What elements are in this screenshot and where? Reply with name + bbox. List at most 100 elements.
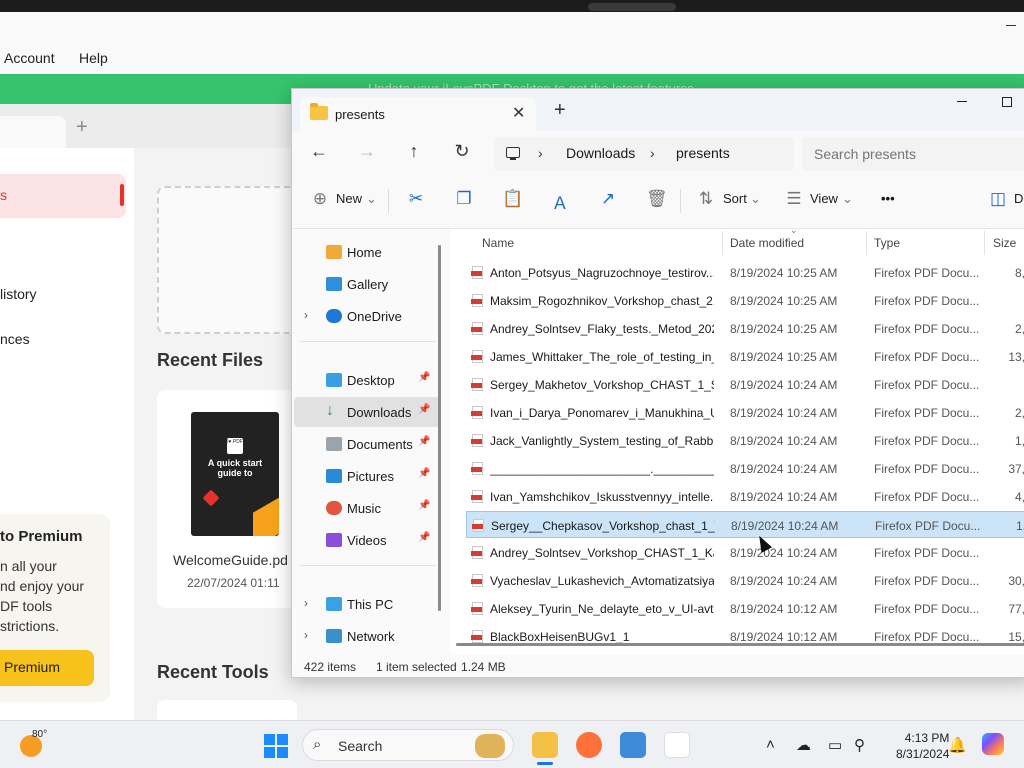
app-add-tab-button[interactable]: + [76,116,88,139]
rename-icon[interactable]: Ａ [550,189,570,214]
view-button[interactable]: View [810,191,838,206]
show-hidden-icons-chevron-icon[interactable]: ˄ [766,736,775,753]
explorer-tab-presents[interactable]: presents ✕ [300,97,536,131]
pin-icon[interactable]: 📌 [418,468,430,479]
pin-icon[interactable]: 📌 [418,436,430,447]
windows-start-icon[interactable] [264,734,288,758]
column-divider[interactable] [984,231,985,255]
file-explorer-taskbar-icon[interactable] [532,732,558,765]
scrollbar-thumb[interactable] [456,643,1024,646]
refresh-icon[interactable]: ↻ [451,141,473,162]
expand-chevron-icon[interactable]: › [304,628,308,642]
top-handle [588,3,676,11]
nav-item-home[interactable]: Home [294,237,440,267]
recent-tool-card[interactable] [157,700,297,720]
nav-item-videos[interactable]: Videos 📌 [294,525,440,555]
menu-help[interactable]: Help [79,50,108,66]
file-row[interactable]: ________________________.___________... 8… [466,455,1024,482]
cut-icon[interactable]: ✂ [406,189,426,209]
file-row[interactable]: Sergey_Makhetov_Vorkshop_CHAST_1_St... 8/… [466,371,1024,398]
nav-item-desktop[interactable]: Desktop 📌 [294,365,440,395]
nav-item-pictures[interactable]: Pictures 📌 [294,461,440,491]
close-tab-icon[interactable]: ✕ [512,103,525,123]
file-row[interactable]: Vyacheslav_Lukashevich_Avtomatizatsiya..… [466,567,1024,594]
network-status-icon[interactable]: ⚲ [854,736,865,754]
file-row[interactable]: Jack_Vanlightly_System_testing_of_Rabbi.… [466,427,1024,454]
breadcrumb-presents[interactable]: presents [676,145,730,161]
nav-item-music[interactable]: Music 📌 [294,493,440,523]
sort-chevron-icon[interactable]: ⌄ [750,191,761,207]
new-button[interactable]: New [336,191,362,206]
up-arrow-icon[interactable]: ↑ [403,141,425,162]
column-header-type[interactable]: Type [874,236,900,250]
copilot-icon[interactable] [982,733,1004,755]
column-header-name[interactable]: Name [482,236,514,250]
copy-icon[interactable]: ❐ [454,189,474,209]
file-row[interactable]: Anton_Potsyus_Nagruzochnoye_testirov... 8… [466,259,1024,286]
file-row[interactable]: Maksim_Rogozhnikov_Vorkshop_chast_2... 8/… [466,287,1024,314]
share-icon[interactable]: ↗ [598,189,618,209]
address-bar[interactable]: › Downloads › presents [494,137,794,171]
view-chevron-icon[interactable]: ⌄ [842,191,853,207]
ilovepdf-taskbar-icon[interactable] [664,732,690,758]
photos-taskbar-icon[interactable] [620,732,646,758]
taskbar-search-box[interactable]: ⌕ Search [302,729,514,761]
details-pane-icon[interactable]: ◫ [988,189,1008,209]
breadcrumb-chevron-icon[interactable]: › [650,145,655,161]
nav-item-gallery[interactable]: Gallery [294,269,440,299]
forward-arrow-icon[interactable]: → [356,141,378,162]
nav-item-network[interactable]: › Network [294,621,440,651]
new-tab-button[interactable]: + [554,99,566,122]
nav-item-this-pc[interactable]: › This PC [294,589,440,619]
sidebar-item-active[interactable]: s [0,174,126,218]
breadcrumb-chevron-icon[interactable]: › [538,145,543,161]
menu-account[interactable]: Account [4,50,55,66]
expand-chevron-icon[interactable]: › [304,308,308,322]
file-row[interactable]: Ivan_Yamshchikov_Iskusstvennyy_intelle..… [466,483,1024,510]
sidebar-item-preferences[interactable]: nces [0,331,30,347]
file-row[interactable]: Ivan_i_Darya_Ponomarev_i_Manukhina_U... 8… [466,399,1024,426]
file-row[interactable]: Aleksey_Tyurin_Ne_delayte_eto_v_UI-avt..… [466,595,1024,622]
pin-icon[interactable]: 📌 [418,532,430,543]
delete-icon[interactable]: 🗑 [646,189,668,209]
app-minimize-button[interactable] [1006,25,1016,26]
search-input[interactable] [802,137,1024,171]
notification-bell-icon[interactable]: 🔔 [948,736,967,754]
onedrive-offline-icon[interactable]: ☁ [796,736,811,754]
pin-icon[interactable]: 📌 [418,372,430,383]
app-tab-home[interactable] [0,116,66,148]
view-icon[interactable]: ☰ [784,189,804,209]
get-premium-button[interactable]: Premium [0,650,94,686]
sort-icon[interactable]: ⇅ [696,189,716,209]
clock[interactable]: 4:13 PM 8/31/2024 [896,730,949,762]
display-icon[interactable]: ▭ [828,736,842,754]
file-row[interactable]: James_Whittaker_The_role_of_testing_in_.… [466,343,1024,370]
minimize-button[interactable] [957,101,967,102]
file-row[interactable]: Andrey_Solntsev_Vorkshop_CHAST_1_Ka... 8/… [466,539,1024,566]
nav-item-onedrive[interactable]: › OneDrive [294,301,440,331]
back-arrow-icon[interactable]: ← [308,141,330,162]
paste-icon[interactable]: 📋 [502,189,523,209]
file-row[interactable]: Sergey__Chepkasov_Vorkshop_chast_1_V... 8… [466,511,1024,538]
new-chevron-icon[interactable]: ⌄ [366,191,377,207]
column-header-date[interactable]: Date modified [730,236,804,250]
breadcrumb-downloads[interactable]: Downloads [566,145,635,161]
pin-icon[interactable]: 📌 [418,404,430,415]
sort-button[interactable]: Sort [723,191,747,206]
maximize-button[interactable] [1002,97,1012,107]
column-divider[interactable] [866,231,867,255]
new-plus-icon[interactable]: ⊕ [310,189,330,209]
nav-item-downloads[interactable]: ↓ Downloads 📌 [294,397,440,427]
horizontal-scrollbar[interactable] [450,641,1024,647]
sidebar-item-history[interactable]: listory [0,286,37,302]
nav-scrollbar[interactable] [438,245,441,611]
nav-item-documents[interactable]: Documents 📌 [294,429,440,459]
file-row[interactable]: Andrey_Solntsev_Flaky_tests._Metod_202..… [466,315,1024,342]
column-header-size[interactable]: Size [993,236,1016,250]
pin-icon[interactable]: 📌 [418,500,430,511]
column-divider[interactable] [722,231,723,255]
firefox-taskbar-icon[interactable] [576,732,602,758]
details-button[interactable]: De [1014,191,1024,206]
more-options-button[interactable]: ••• [881,191,895,206]
expand-chevron-icon[interactable]: › [304,596,308,610]
